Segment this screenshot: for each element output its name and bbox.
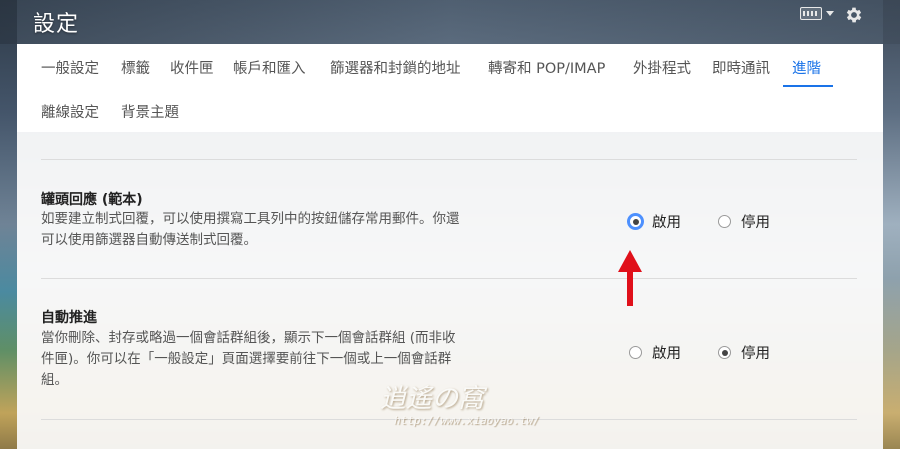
tab-filters[interactable]: 篩選器和封鎖的地址 [330,57,461,78]
tab-advanced[interactable]: 進階 [792,57,821,78]
radio-label-enable: 啟用 [652,346,681,362]
top-bar: 設定 [0,0,900,44]
radio-disable[interactable] [718,215,731,228]
radio-enable[interactable] [629,346,642,359]
canned-responses-enable-option[interactable]: 啟用 [629,211,681,232]
tab-forwarding[interactable]: 轉寄和 POP/IMAP [488,57,605,78]
setting-description-line: 當你刪除、封存或略過一個會話群組後，顯示下一個會話群組 (而非收 [41,330,456,346]
tab-labels[interactable]: 標籤 [121,57,150,78]
divider [41,159,857,160]
annotation-arrow-icon [618,250,642,306]
setting-description-line: 可以使用篩選器自動傳送制式回覆。 [41,232,257,248]
setting-title-auto-advance: 自動推進 [41,310,97,326]
setting-description-line: 如要建立制式回覆，可以使用撰寫工具列中的按鈕儲存常用郵件。你還 [41,211,460,227]
tab-themes[interactable]: 背景主題 [121,101,179,122]
radio-label-disable: 停用 [741,346,770,362]
radio-label-enable: 啟用 [652,215,681,231]
auto-advance-enable-option[interactable]: 啟用 [629,342,681,363]
tab-chat[interactable]: 即時通訊 [712,57,770,78]
auto-advance-disable-option[interactable]: 停用 [718,342,770,363]
settings-tabs: 一般設定 標籤 收件匣 帳戶和匯入 篩選器和封鎖的地址 轉寄和 POP/IMAP… [17,44,883,132]
watermark-logo: 逍遙の窩 http://www.xiaoyao.tw/ [380,378,610,438]
input-tools-button[interactable] [800,7,834,20]
keyboard-icon [800,7,822,20]
tab-addons[interactable]: 外掛程式 [633,57,691,78]
watermark-text: 逍遙の窩 [380,384,485,414]
divider [41,278,857,279]
gear-icon[interactable] [844,5,864,25]
setting-description-line: 件匣)。你可以在「一般設定」頁面選擇要前往下一個或上一個會話群 [41,351,452,367]
background-right [883,0,900,449]
chevron-down-icon [826,11,834,16]
radio-disable[interactable] [718,346,731,359]
active-tab-indicator [783,85,833,87]
canned-responses-disable-option[interactable]: 停用 [718,211,770,232]
setting-title-canned-responses: 罐頭回應 (範本) [41,192,143,208]
tab-accounts[interactable]: 帳戶和匯入 [233,57,306,78]
background-left [0,0,17,449]
tab-general[interactable]: 一般設定 [41,57,99,78]
radio-label-disable: 停用 [741,215,770,231]
tab-inbox[interactable]: 收件匣 [170,57,214,78]
watermark-url: http://www.xiaoyao.tw/ [394,414,540,427]
setting-description-line: 組。 [41,372,68,388]
page-title: 設定 [33,12,80,37]
radio-enable[interactable] [629,215,642,228]
tab-offline[interactable]: 離線設定 [41,101,99,122]
